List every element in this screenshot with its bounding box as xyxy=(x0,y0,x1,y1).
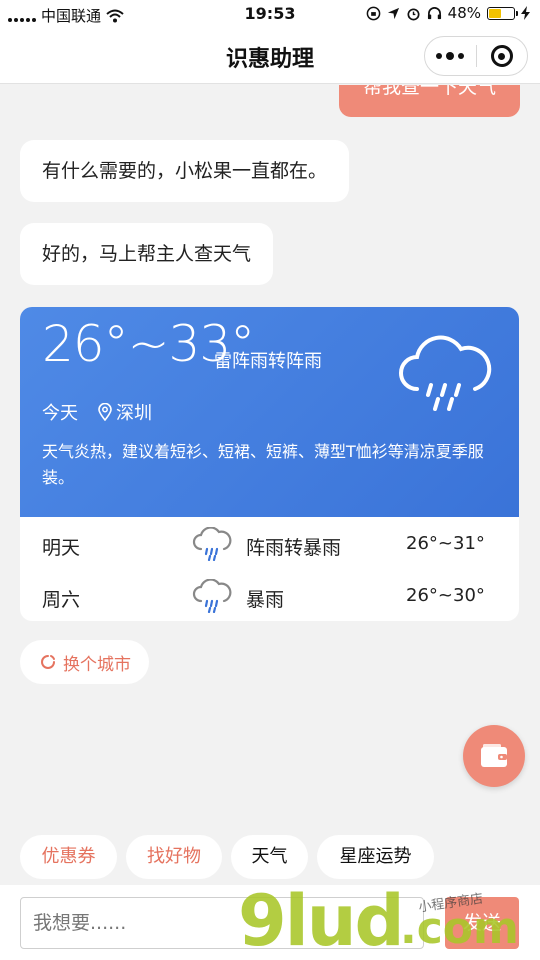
battery-percent: 48% xyxy=(447,4,481,22)
forecast-day: 明天 xyxy=(42,537,81,559)
chat-area[interactable]: 帮我查一下天气 有什么需要的，小松果一直都在。 好的，马上帮主人查天气 26°~… xyxy=(0,85,540,880)
weather-condition: 雷阵雨转阵雨 xyxy=(214,351,322,372)
battery-icon xyxy=(487,6,518,20)
more-button[interactable] xyxy=(425,37,476,75)
location-pin-icon xyxy=(98,403,112,421)
forecast-day: 周六 xyxy=(42,589,81,611)
change-city-label: 换个城市 xyxy=(63,654,131,675)
chip-weather[interactable]: 天气 xyxy=(231,835,308,879)
chip-horoscope[interactable]: 星座运势 xyxy=(317,835,434,879)
close-button[interactable] xyxy=(477,37,528,75)
change-city-button[interactable]: 换个城市 xyxy=(20,640,149,684)
status-bar: 中国联通 19:53 48% xyxy=(0,0,540,28)
charging-icon xyxy=(521,6,530,20)
rain-cloud-icon xyxy=(192,579,232,613)
forecast-row: 明天 阵雨转暴雨 26°~31° xyxy=(20,519,519,571)
nav-bar: 识惠助理 xyxy=(0,28,540,84)
forecast-weather: 阵雨转暴雨 xyxy=(246,537,342,559)
weather-day-label: 今天 xyxy=(42,403,78,424)
more-dots-icon xyxy=(436,52,465,60)
forecast-temp: 26°~30° xyxy=(406,585,485,606)
location-arrow-icon xyxy=(387,7,399,19)
alarm-icon xyxy=(407,7,420,20)
forecast-temp: 26°~31° xyxy=(406,533,485,554)
target-circle-icon xyxy=(490,45,513,67)
weather-advice: 天气炎热，建议着短衫、短裙、短裤、薄型T恤衫等清凉夏季服装。 xyxy=(42,442,484,487)
user-message: 帮我查一下天气 xyxy=(338,85,520,117)
wallet-fab-button[interactable] xyxy=(463,725,525,787)
rain-cloud-icon xyxy=(399,335,492,411)
watermark-logo: 9lud xyxy=(238,880,405,960)
quick-reply-chips: 优惠券 找好物 天气 星座运势 xyxy=(0,835,540,881)
rotation-lock-icon xyxy=(366,6,380,20)
mini-program-capsule xyxy=(424,36,528,76)
city-name: 深圳 xyxy=(116,403,152,424)
weather-card[interactable]: 26°~33° 雷阵雨转阵雨 今天 深圳 天气炎热，建议着短衫、短裙、短裤、薄型… xyxy=(20,307,519,621)
forecast-row: 周六 暴雨 26°~30° xyxy=(20,571,519,621)
chip-find-goods[interactable]: 找好物 xyxy=(126,835,222,879)
watermark-suffix: .com xyxy=(400,903,519,954)
status-right: 48% xyxy=(366,4,530,22)
headphones-icon xyxy=(427,6,441,19)
chip-coupon[interactable]: 优惠券 xyxy=(20,835,117,879)
forecast-weather: 暴雨 xyxy=(246,589,285,611)
wallet-icon xyxy=(481,744,507,767)
refresh-icon xyxy=(41,655,55,669)
bot-message-reply: 好的，马上帮主人查天气 xyxy=(20,223,274,285)
battery-level xyxy=(489,8,502,18)
weather-today-panel: 26°~33° 雷阵雨转阵雨 今天 深圳 天气炎热，建议着短衫、短裙、短裤、薄型… xyxy=(20,307,519,517)
bot-message-greeting: 有什么需要的，小松果一直都在。 xyxy=(20,140,350,202)
weather-location[interactable]: 深圳 xyxy=(98,399,152,425)
rain-cloud-icon xyxy=(192,527,232,561)
